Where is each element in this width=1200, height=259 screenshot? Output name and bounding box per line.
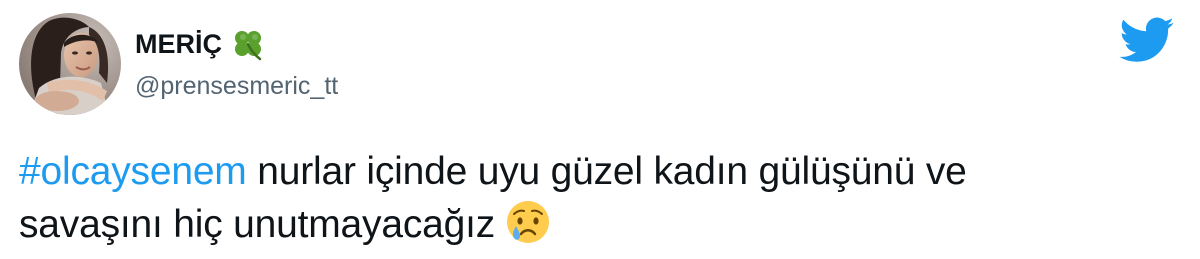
tweet-text-line2: savaşını hiç unutmayacağız [19,203,496,246]
twitter-bird-icon[interactable] [1119,16,1175,62]
user-block: MERİÇ @prensesmeric_tt [135,24,338,102]
display-name[interactable]: MERİÇ [135,26,222,62]
tweet-text: #olcaysenem nurlar içinde uyu güzel kadı… [19,145,1179,251]
tweet-text-line1: nurlar içinde uyu güzel kadın gülüşünü v… [246,150,967,193]
avatar[interactable] [19,13,121,115]
crying-face-icon [505,199,551,245]
tweet-card: MERİÇ @prensesmeric_tt #olcaysenem nurla… [0,0,1200,255]
name-row: MERİÇ [135,24,338,64]
user-handle[interactable]: @prensesmeric_tt [135,70,338,102]
four-leaf-clover-icon [231,27,265,61]
hashtag-link[interactable]: #olcaysenem [19,150,247,193]
